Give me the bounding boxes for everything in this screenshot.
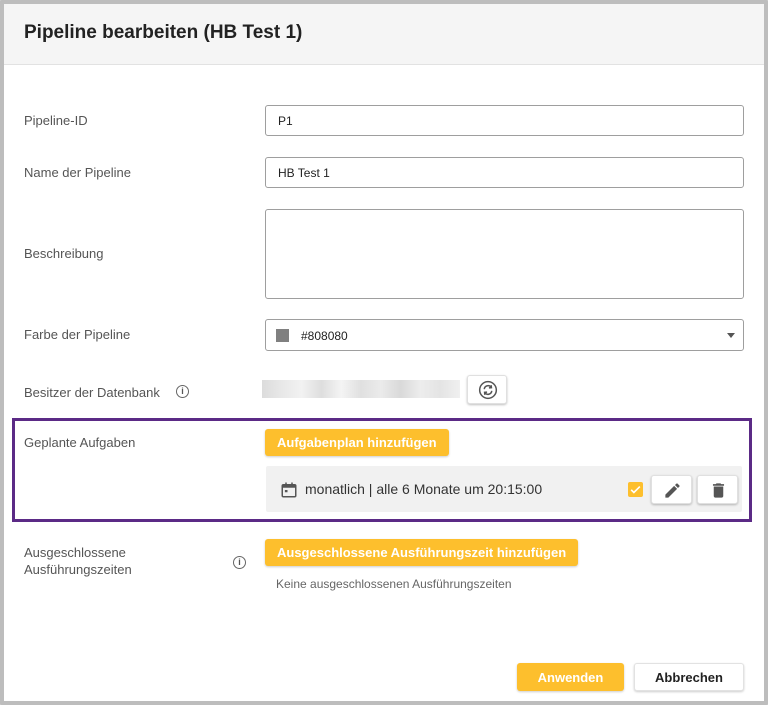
edit-pipeline-dialog: Pipeline bearbeiten (HB Test 1) Pipeline… [0,0,768,705]
pipeline-name-input[interactable] [265,157,744,188]
description-textarea[interactable] [265,209,744,299]
scheduled-tasks-label: Geplante Aufgaben [24,435,136,450]
db-owner-value-redacted [262,380,460,398]
pencil-icon [665,483,680,498]
schedule-item: monatlich | alle 6 Monate um 20:15:00 [266,466,742,512]
apply-button[interactable]: Anwenden [517,663,624,691]
pipeline-id-input[interactable] [265,105,744,136]
excluded-times-label-line1: Ausgeschlossene [24,545,126,560]
calendar-icon [281,482,297,498]
delete-schedule-button[interactable] [697,475,738,504]
pipeline-color-select[interactable]: #808080 [265,319,744,351]
schedule-enabled-checkbox[interactable] [628,482,643,497]
schedule-description: monatlich | alle 6 Monate um 20:15:00 [305,481,543,497]
pipeline-id-label: Pipeline-ID [24,113,88,128]
pipeline-color-value: #808080 [301,329,348,343]
db-owner-label: Besitzer der Datenbank [24,385,160,400]
checkmark-icon [630,485,641,494]
info-icon[interactable]: i [176,385,189,398]
trash-icon [712,483,725,498]
add-schedule-button[interactable]: Aufgabenplan hinzufügen [265,429,449,456]
pipeline-color-label: Farbe der Pipeline [24,327,131,342]
cancel-button[interactable]: Abbrechen [634,663,744,691]
color-swatch [276,329,289,342]
info-icon[interactable]: i [233,556,246,569]
excluded-times-empty-text: Keine ausgeschlossenen Ausführungszeiten [276,577,512,591]
pipeline-name-label: Name der Pipeline [24,165,131,180]
dialog-header: Pipeline bearbeiten (HB Test 1) [4,4,764,65]
edit-schedule-button[interactable] [651,475,692,504]
excluded-times-label-line2: Ausführungszeiten [24,562,132,577]
chevron-down-icon [727,333,735,338]
refresh-owner-button[interactable] [467,375,507,404]
add-excluded-time-button[interactable]: Ausgeschlossene Ausführungszeit hinzufüg… [265,539,579,566]
dialog-title: Pipeline bearbeiten (HB Test 1) [24,22,303,43]
description-label: Beschreibung [24,246,104,261]
refresh-icon [478,380,498,400]
